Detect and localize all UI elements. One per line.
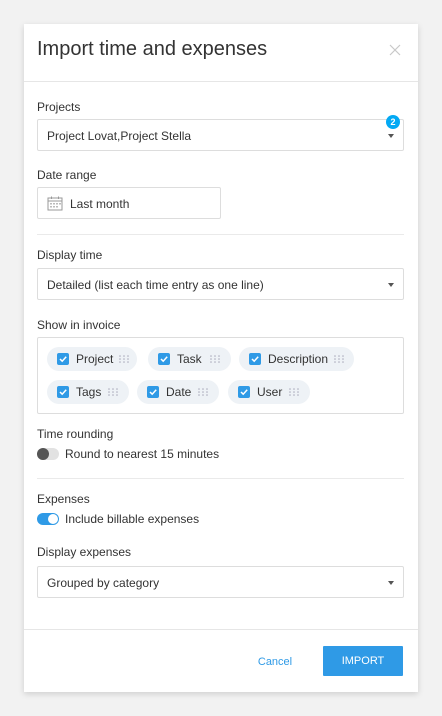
display-expenses-label: Display expenses bbox=[37, 545, 132, 559]
invoice-fields-box: Project Task Description Tags Date User bbox=[37, 337, 404, 414]
display-time-value: Detailed (list each time entry as one li… bbox=[47, 278, 264, 292]
projects-label: Projects bbox=[37, 100, 81, 114]
projects-select[interactable]: Project Lovat,Project Stella bbox=[37, 119, 404, 151]
checkbox-checked-icon[interactable] bbox=[147, 386, 159, 398]
checkbox-checked-icon[interactable] bbox=[158, 353, 170, 365]
show-in-invoice-label: Show in invoice bbox=[37, 318, 121, 332]
checkbox-checked-icon[interactable] bbox=[238, 386, 250, 398]
date-range-label: Date range bbox=[37, 168, 97, 182]
dialog-header: Import time and expenses bbox=[24, 24, 418, 82]
chip-label: Task bbox=[177, 352, 202, 366]
chip-label: Tags bbox=[76, 385, 102, 399]
expenses-toggle-label: Include billable expenses bbox=[65, 512, 200, 526]
chip-project[interactable]: Project bbox=[47, 347, 137, 371]
chevron-down-icon bbox=[388, 283, 394, 287]
checkbox-checked-icon[interactable] bbox=[249, 353, 261, 365]
calendar-icon bbox=[47, 196, 63, 211]
chip-label: Description bbox=[268, 352, 329, 366]
chip-label: Project bbox=[76, 352, 114, 366]
drag-handle-icon[interactable] bbox=[334, 355, 344, 363]
date-range-value: Last month bbox=[70, 197, 130, 211]
toggle-knob bbox=[37, 448, 49, 460]
chevron-down-icon bbox=[388, 134, 394, 138]
cancel-button[interactable]: Cancel bbox=[246, 647, 304, 677]
chevron-down-icon bbox=[388, 581, 394, 585]
footer-divider bbox=[24, 629, 418, 630]
date-range-picker[interactable]: Last month bbox=[37, 187, 221, 219]
display-expenses-select[interactable]: Grouped by category bbox=[37, 566, 404, 598]
display-time-label: Display time bbox=[37, 248, 103, 262]
drag-handle-icon[interactable] bbox=[108, 388, 118, 396]
checkbox-checked-icon[interactable] bbox=[57, 353, 69, 365]
display-expenses-value: Grouped by category bbox=[47, 576, 160, 590]
expenses-toggle[interactable] bbox=[37, 513, 59, 525]
projects-count-badge: 2 bbox=[386, 115, 400, 129]
drag-handle-icon[interactable] bbox=[289, 388, 299, 396]
close-icon[interactable] bbox=[388, 43, 402, 57]
import-button[interactable]: IMPORT bbox=[323, 646, 403, 676]
time-rounding-toggle-label: Round to nearest 15 minutes bbox=[65, 447, 220, 461]
chip-tags[interactable]: Tags bbox=[47, 380, 129, 404]
expenses-label: Expenses bbox=[37, 492, 90, 506]
divider bbox=[37, 478, 404, 479]
drag-handle-icon[interactable] bbox=[198, 388, 208, 396]
chip-label: User bbox=[257, 385, 283, 399]
projects-value: Project Lovat,Project Stella bbox=[47, 129, 192, 143]
chip-user[interactable]: User bbox=[228, 380, 310, 404]
divider bbox=[37, 234, 404, 235]
chip-task[interactable]: Task bbox=[148, 347, 231, 371]
import-dialog: Import time and expenses Projects Projec… bbox=[24, 24, 418, 692]
chip-label: Date bbox=[166, 385, 192, 399]
time-rounding-toggle[interactable] bbox=[37, 448, 59, 460]
drag-handle-icon[interactable] bbox=[119, 355, 129, 363]
chip-description[interactable]: Description bbox=[239, 347, 354, 371]
chip-date[interactable]: Date bbox=[137, 380, 219, 404]
drag-handle-icon[interactable] bbox=[210, 355, 220, 363]
toggle-knob bbox=[48, 514, 58, 524]
time-rounding-label: Time rounding bbox=[37, 427, 114, 441]
display-time-select[interactable]: Detailed (list each time entry as one li… bbox=[37, 268, 404, 300]
checkbox-checked-icon[interactable] bbox=[57, 386, 69, 398]
dialog-title: Import time and expenses bbox=[37, 38, 268, 60]
